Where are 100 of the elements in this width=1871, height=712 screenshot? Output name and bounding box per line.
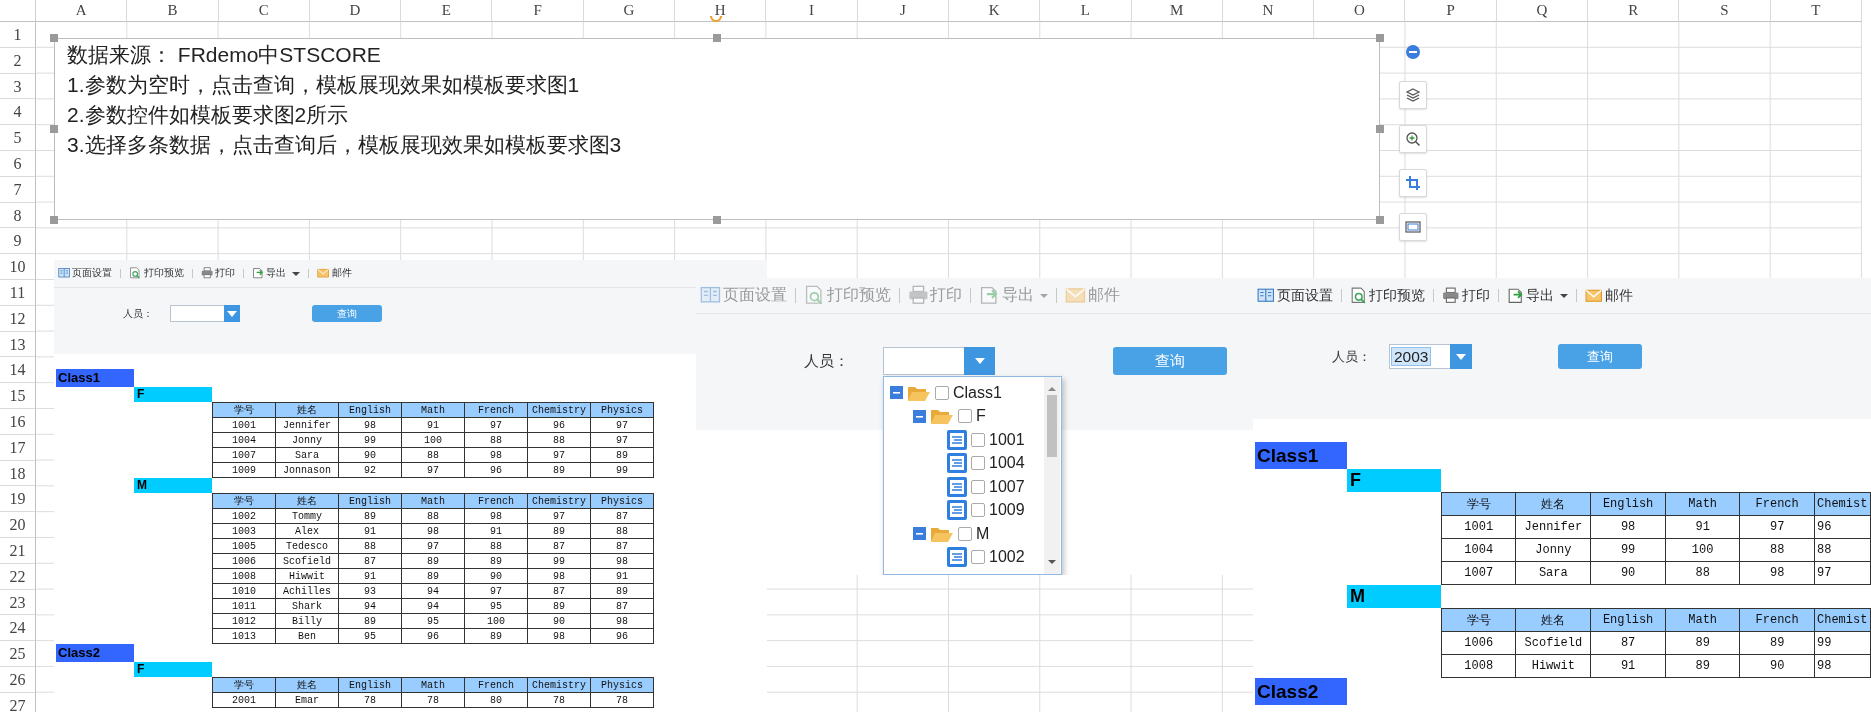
column-header[interactable]: H xyxy=(675,0,767,22)
resize-handle[interactable] xyxy=(713,216,721,224)
checkbox[interactable] xyxy=(958,409,972,424)
row-header[interactable]: 19 xyxy=(0,486,36,513)
row-header[interactable]: 13 xyxy=(0,331,36,358)
mail-button[interactable]: 邮件 xyxy=(1585,286,1633,305)
print-button[interactable]: 打印 xyxy=(1442,286,1490,305)
row-header[interactable]: 9 xyxy=(0,228,36,255)
column-header[interactable]: L xyxy=(1040,0,1132,22)
resize-handle[interactable] xyxy=(1376,34,1384,42)
collapse-icon[interactable] xyxy=(913,409,926,423)
text-box[interactable]: 数据来源： FRdemo中STSCORE 1.参数为空时，点击查询，模板展现效果如模板要求图1 2.参数控件如模板要求图2所示 3.选择多条数据，点击查询后，模板展现效果如模板要求图3 xyxy=(54,38,1380,220)
row-header[interactable]: 22 xyxy=(0,563,36,590)
row-header[interactable]: 2 xyxy=(0,47,36,74)
combo-field[interactable] xyxy=(170,305,224,322)
column-header[interactable]: P xyxy=(1405,0,1497,22)
resize-handle[interactable] xyxy=(50,125,58,133)
row-header[interactable]: 6 xyxy=(0,151,36,177)
row-header[interactable]: 15 xyxy=(0,383,36,409)
frame-button[interactable] xyxy=(1399,213,1427,241)
dropdown-button[interactable] xyxy=(1450,344,1472,369)
table-cell: 1011 xyxy=(212,598,276,614)
resize-handle[interactable] xyxy=(50,216,58,224)
print-preview-button[interactable]: 打印预览 xyxy=(129,267,184,280)
row-header[interactable]: 25 xyxy=(0,641,36,667)
column-header[interactable]: O xyxy=(1314,0,1406,22)
tree-item-label[interactable]: M xyxy=(976,524,990,543)
column-header[interactable]: T xyxy=(1770,0,1862,22)
row-header[interactable]: 24 xyxy=(0,615,36,642)
checkbox[interactable] xyxy=(971,550,985,565)
table-cell: 95 xyxy=(338,628,402,644)
export-button[interactable]: 导出 xyxy=(252,267,301,280)
row-header[interactable]: 1 xyxy=(0,22,36,48)
table-cell: 1001 xyxy=(1441,515,1516,539)
dropdown-button[interactable] xyxy=(964,347,995,375)
column-header[interactable]: R xyxy=(1588,0,1680,22)
collapse-icon[interactable] xyxy=(913,527,926,541)
combo-field[interactable]: 2003 xyxy=(1389,344,1450,369)
column-header[interactable]: C xyxy=(218,0,310,22)
print-preview-button[interactable]: 打印预览 xyxy=(1349,286,1426,305)
column-header[interactable]: N xyxy=(1222,0,1315,22)
column-header[interactable]: M xyxy=(1131,0,1223,22)
row-header[interactable]: 20 xyxy=(0,512,36,538)
tree-item-label[interactable]: 1007 xyxy=(989,477,1025,496)
column-header[interactable]: E xyxy=(401,0,493,22)
checkbox[interactable] xyxy=(971,503,985,518)
crop-button[interactable] xyxy=(1399,169,1427,197)
column-header[interactable]: S xyxy=(1679,0,1771,22)
resize-handle[interactable] xyxy=(1376,125,1384,133)
row-header[interactable]: 7 xyxy=(0,176,36,203)
zoom-in-button[interactable] xyxy=(1399,125,1427,153)
column-header[interactable]: K xyxy=(948,0,1041,22)
dropdown-button[interactable] xyxy=(224,305,240,322)
checkbox[interactable] xyxy=(971,432,985,447)
checkbox[interactable] xyxy=(935,385,949,400)
column-header[interactable]: J xyxy=(857,0,949,22)
layers-button[interactable] xyxy=(1399,81,1427,109)
table-cell: 98 xyxy=(1814,654,1871,678)
column-header[interactable]: I xyxy=(766,0,858,22)
row-header[interactable]: 3 xyxy=(0,73,36,100)
column-header[interactable]: A xyxy=(36,0,128,22)
page-setup-button[interactable]: 页面设置 xyxy=(1257,286,1333,305)
tree-item-label[interactable]: F xyxy=(976,407,986,426)
column-header[interactable]: F xyxy=(492,0,584,22)
tree-item-label[interactable]: 1002 xyxy=(989,548,1025,567)
resize-handle[interactable] xyxy=(713,34,721,42)
export-button[interactable]: 导出 xyxy=(1506,286,1569,305)
row-header[interactable]: 18 xyxy=(0,460,36,487)
row-header[interactable]: 26 xyxy=(0,666,36,693)
column-header[interactable]: B xyxy=(127,0,219,22)
mail-button[interactable]: 邮件 xyxy=(317,267,352,280)
tree-item-label[interactable]: Class1 xyxy=(953,383,1002,402)
row-header[interactable]: 5 xyxy=(0,125,36,151)
select-all-corner[interactable] xyxy=(0,0,36,22)
checkbox[interactable] xyxy=(971,479,985,494)
column-header[interactable]: G xyxy=(583,0,676,22)
column-header[interactable]: Q xyxy=(1496,0,1589,22)
row-header[interactable]: 21 xyxy=(0,537,36,564)
tree-item-label[interactable]: 1001 xyxy=(989,430,1025,449)
row-header[interactable]: 14 xyxy=(0,357,36,384)
collapse-icon[interactable] xyxy=(890,386,903,400)
combo-field[interactable] xyxy=(883,347,964,375)
column-header[interactable]: D xyxy=(309,0,402,22)
resize-handle[interactable] xyxy=(50,34,58,42)
tree-item-label[interactable]: 1004 xyxy=(989,454,1025,473)
tree-item-label[interactable]: 1009 xyxy=(989,501,1025,520)
row-header[interactable]: 11 xyxy=(0,279,36,306)
row-header[interactable]: 12 xyxy=(0,305,36,332)
print-button[interactable]: 打印 xyxy=(200,267,236,280)
row-header[interactable]: 27 xyxy=(0,692,36,712)
page-setup-button[interactable]: 页面设置 xyxy=(58,267,113,280)
row-header[interactable]: 8 xyxy=(0,202,36,229)
row-header[interactable]: 23 xyxy=(0,589,36,616)
row-header[interactable]: 10 xyxy=(0,254,36,280)
row-header[interactable]: 4 xyxy=(0,99,36,126)
row-header[interactable]: 16 xyxy=(0,408,36,435)
checkbox[interactable] xyxy=(971,456,985,471)
row-header[interactable]: 17 xyxy=(0,434,36,461)
checkbox[interactable] xyxy=(958,526,972,541)
resize-handle[interactable] xyxy=(1376,216,1384,224)
